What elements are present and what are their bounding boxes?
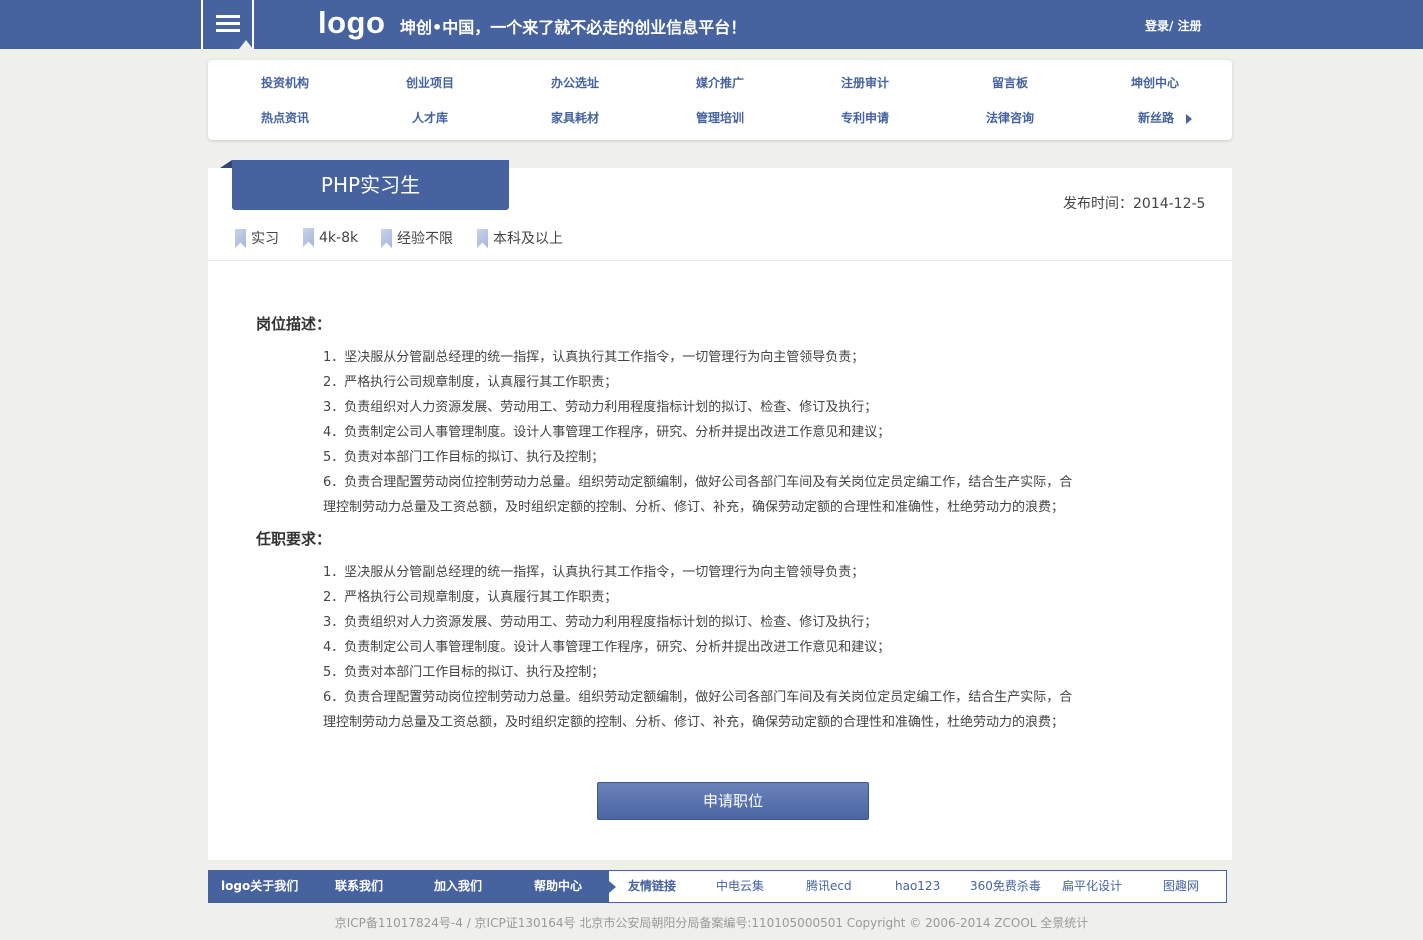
description-line: 2．严格执行公司规章制度，认真履行其工作职责；	[323, 375, 618, 390]
friend-link[interactable]: 腾讯ecd	[806, 871, 852, 902]
title-ribbon-fold	[220, 160, 232, 168]
bookmark-icon	[381, 229, 392, 248]
nav-item-training[interactable]: 管理培训	[660, 109, 780, 126]
footer-pointer-notch	[609, 881, 616, 893]
copyright: 京ICP备11017824号-4 / 京ICP证130164号 北京市公安局朝阳…	[334, 916, 1089, 930]
nav-item-patent[interactable]: 专利申请	[805, 109, 925, 126]
top-bar: logo 坤创•中国，一个来了就不必走的创业信息平台！ 登录/ 注册	[0, 0, 1423, 49]
requirement-line: 5．负责对本部门工作目标的拟订、执行及控制；	[323, 665, 605, 680]
friend-link[interactable]: 360免费杀毒	[970, 871, 1041, 902]
friend-links-title: 友情链接	[628, 879, 677, 893]
requirement-line: 3．负责组织对人力资源发展、劳动用工、劳动力利用程度指标计划的拟订、检查、修订及…	[323, 615, 878, 630]
register-link[interactable]: 注册	[1173, 19, 1202, 33]
description-line: 理控制劳动力总量及工资总额，及时组织定额的控制、分析、修订、补充，确保劳动定额的…	[323, 500, 1065, 515]
nav-item-furniture[interactable]: 家具耗材	[515, 109, 635, 126]
bookmark-icon	[477, 229, 488, 248]
menu-button[interactable]	[201, 0, 254, 49]
tag-education: 本科及以上	[477, 228, 563, 248]
nav-item-news[interactable]: 热点资讯	[225, 109, 345, 126]
nav-item-talent[interactable]: 人才库	[370, 109, 490, 126]
nav-item-projects[interactable]: 创业项目	[370, 74, 490, 91]
description-line: 6．负责合理配置劳动岗位控制劳动力总量。组织劳动定额编制，做好公司各部门车间及有…	[323, 475, 1073, 490]
tag-salary: 4k-8k	[303, 228, 358, 247]
nav-item-office[interactable]: 办公选址	[515, 74, 635, 91]
friend-link[interactable]: 扁平化设计	[1062, 871, 1122, 902]
description-title: 岗位描述：	[256, 315, 332, 333]
friend-link[interactable]: 图趣网	[1163, 871, 1199, 902]
publish-time: 发布时间：2014-12-5	[1063, 196, 1206, 212]
nav-item-media[interactable]: 媒介推广	[660, 74, 780, 91]
nav-item-audit[interactable]: 注册审计	[805, 74, 925, 91]
nav-item-center[interactable]: 坤创中心	[1095, 74, 1215, 91]
nav-item-message-board[interactable]: 留言板	[950, 74, 1070, 91]
nav-item-silk-road[interactable]: 新丝路	[1105, 109, 1225, 126]
nav-item-legal[interactable]: 法律咨询	[950, 109, 1070, 126]
requirement-line: 4．负责制定公司人事管理制度。设计人事管理工作程序，研究、分析并提出改进工作意见…	[323, 640, 891, 655]
site-slogan: 坤创•中国，一个来了就不必走的创业信息平台！	[400, 18, 747, 37]
bookmark-icon	[303, 228, 314, 247]
footer-link-help[interactable]: 帮助中心	[534, 871, 582, 902]
tag-label: 经验不限	[397, 231, 453, 247]
nav-item-silk-road-label: 新丝路	[1137, 111, 1174, 125]
tag-label: 4k-8k	[319, 230, 359, 246]
footer-link-join[interactable]: 加入我们	[434, 871, 482, 902]
apply-button[interactable]: 申请职位	[597, 782, 869, 820]
description-line: 5．负责对本部门工作目标的拟订、执行及控制；	[323, 450, 605, 465]
menu-pointer-notch	[239, 40, 253, 49]
bookmark-icon	[235, 229, 246, 248]
login-link[interactable]: 登录/	[1145, 19, 1173, 33]
arrow-right-icon	[1186, 113, 1192, 124]
tag-label: 实习	[251, 231, 279, 247]
section-divider	[208, 260, 1232, 261]
description-line: 4．负责制定公司人事管理制度。设计人事管理工作程序，研究、分析并提出改进工作意见…	[323, 425, 891, 440]
auth-links: 登录/ 注册	[1145, 17, 1202, 34]
logo[interactable]: logo	[318, 5, 385, 41]
footer-bar: logo关于我们 联系我们 加入我们 帮助中心 友情链接 中电云集 腾讯ecd …	[208, 870, 1227, 903]
tag-label: 本科及以上	[493, 231, 563, 247]
requirement-line: 1．坚决服从分管副总经理的统一指挥，认真执行其工作指令，一切管理行为向主管领导负…	[323, 565, 865, 580]
requirement-line: 理控制劳动力总量及工资总额，及时组织定额的控制、分析、修订、补充，确保劳动定额的…	[323, 715, 1065, 730]
friend-link[interactable]: 中电云集	[716, 871, 764, 902]
footer-link-about[interactable]: logo关于我们	[221, 871, 298, 902]
footer-link-contact[interactable]: 联系我们	[335, 871, 383, 902]
nav-item-investment[interactable]: 投资机构	[225, 74, 345, 91]
description-line: 3．负责组织对人力资源发展、劳动用工、劳动力利用程度指标计划的拟订、检查、修订及…	[323, 400, 878, 415]
job-title: PHP实习生	[232, 160, 509, 210]
tag-job-type: 实习	[235, 228, 279, 248]
requirement-line: 2．严格执行公司规章制度，认真履行其工作职责；	[323, 590, 618, 605]
description-line: 1．坚决服从分管副总经理的统一指挥，认真执行其工作指令，一切管理行为向主管领导负…	[323, 350, 865, 365]
footer-site-links: logo关于我们 联系我们 加入我们 帮助中心	[209, 871, 616, 902]
requirement-line: 6．负责合理配置劳动岗位控制劳动力总量。组织劳动定额编制，做好公司各部门车间及有…	[323, 690, 1073, 705]
tag-experience: 经验不限	[381, 228, 453, 248]
friend-link[interactable]: hao123	[895, 871, 940, 902]
category-nav: 投资机构 创业项目 办公选址 媒介推广 注册审计 留言板 坤创中心 热点资讯 人…	[208, 60, 1232, 140]
requirements-title: 任职要求：	[256, 530, 332, 548]
